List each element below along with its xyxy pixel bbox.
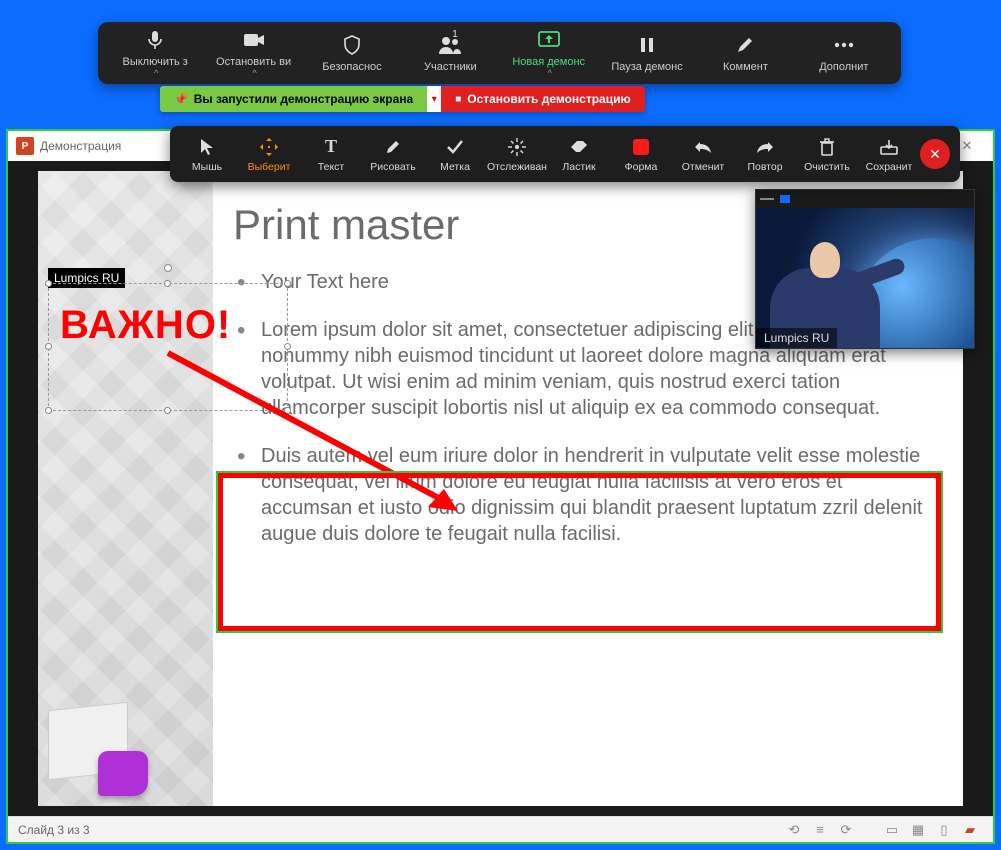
resize-handle[interactable] — [284, 343, 291, 350]
annotation-highlight-box[interactable] — [218, 473, 941, 631]
new-share-button[interactable]: Новая демонс^ — [500, 24, 598, 82]
self-view-video — [756, 208, 974, 348]
checkmark-icon — [447, 136, 463, 158]
anno-text-button[interactable]: T Текст — [300, 134, 362, 175]
anno-undo-button[interactable]: Отменит — [672, 134, 734, 175]
text-icon: T — [325, 136, 337, 158]
save-icon — [880, 136, 898, 158]
anno-spotlight-button[interactable]: Отслеживан — [486, 134, 548, 175]
cursor-icon — [200, 136, 214, 158]
eraser-icon — [570, 136, 588, 158]
close-icon: ✕ — [929, 146, 941, 163]
share-status-strip: Вы запустили демонстрацию экрана ▾ Остан… — [160, 86, 645, 112]
security-button[interactable]: Безопаснос — [303, 29, 401, 77]
resize-handle[interactable] — [164, 407, 171, 414]
shield-icon — [343, 33, 361, 57]
slide-decorative-sidebar — [38, 171, 213, 806]
view-slideshow-icon[interactable]: ▰ — [957, 822, 983, 838]
share-started-banner[interactable]: Вы запустили демонстрацию экрана — [160, 86, 427, 112]
participants-icon — [438, 33, 462, 57]
participants-button[interactable]: 1 Участники — [401, 29, 499, 77]
status-next-icon[interactable]: ⟳ — [833, 822, 859, 838]
ppt-window-title: Демонстрация — [40, 139, 121, 153]
resize-handle[interactable] — [45, 280, 52, 287]
anno-draw-button[interactable]: Рисовать — [362, 134, 424, 175]
anno-save-button[interactable]: Сохранит — [858, 134, 920, 175]
pencil-icon — [736, 33, 754, 57]
chevron-up-icon[interactable]: ^ — [548, 68, 552, 78]
resize-handle[interactable] — [284, 407, 291, 414]
resize-handle[interactable] — [164, 280, 171, 287]
participants-label: Участники — [424, 61, 477, 73]
mute-button[interactable]: Выключить з^ — [106, 24, 204, 82]
annotation-important-text[interactable]: ВАЖНО! — [60, 303, 231, 348]
anno-redo-button[interactable]: Повтор — [734, 134, 796, 175]
annotate-label: Коммент — [723, 61, 768, 73]
undo-icon — [694, 136, 712, 158]
slide-counter: Слайд 3 из 3 — [18, 823, 90, 837]
chevron-up-icon[interactable]: ^ — [154, 68, 158, 78]
anno-format-button[interactable]: Форма — [610, 134, 672, 175]
security-label: Безопаснос — [322, 61, 381, 73]
puzzle-decoration — [48, 676, 168, 796]
annotation-toolbar: Мышь Выберит T Текст Рисовать Метка Отсл… — [170, 126, 960, 182]
zoom-meeting-toolbar: Выключить з^ Остановить ви^ Безопаснос 1… — [98, 22, 901, 84]
mute-label: Выключить з — [123, 56, 188, 68]
pause-share-button[interactable]: Пауза демонс — [598, 29, 696, 77]
share-screen-icon — [538, 28, 560, 52]
rotate-handle[interactable] — [164, 264, 172, 272]
chevron-up-icon[interactable]: ^ — [252, 68, 256, 78]
participants-count: 1 — [452, 29, 458, 40]
self-view-titlebar[interactable] — [756, 190, 974, 208]
resize-handle[interactable] — [45, 407, 52, 414]
camera-icon — [243, 28, 265, 52]
anno-clear-button[interactable]: Очистить — [796, 134, 858, 175]
more-label: Дополнит — [819, 61, 868, 73]
anno-select-button[interactable]: Выберит — [238, 134, 300, 175]
microphone-icon — [146, 28, 164, 52]
strip-divider-icon: ▾ — [427, 86, 441, 112]
status-prev-icon[interactable]: ⟲ — [781, 822, 807, 838]
resize-handle[interactable] — [45, 343, 52, 350]
anno-eraser-button[interactable]: Ластик — [548, 134, 610, 175]
move-icon — [260, 136, 278, 158]
pencil-icon — [385, 136, 401, 158]
view-reading-icon[interactable]: ▯ — [931, 822, 957, 838]
stop-video-label: Остановить ви — [216, 56, 291, 68]
annotate-button[interactable]: Коммент — [696, 29, 794, 77]
color-square-icon — [633, 136, 649, 158]
resize-handle[interactable] — [284, 280, 291, 287]
window-indicator-icon — [780, 195, 790, 203]
minimize-icon[interactable] — [760, 198, 774, 200]
trash-icon — [819, 136, 835, 158]
more-icon — [833, 33, 855, 57]
view-normal-icon[interactable]: ▭ — [879, 822, 905, 838]
view-sorter-icon[interactable]: ▦ — [905, 822, 931, 838]
pause-icon — [639, 33, 655, 57]
self-view-panel[interactable]: Lumpics RU — [755, 189, 975, 349]
anno-mouse-button[interactable]: Мышь — [176, 134, 238, 175]
redo-icon — [756, 136, 774, 158]
self-view-name-label: Lumpics RU — [756, 328, 837, 348]
anno-close-button[interactable]: ✕ — [920, 139, 950, 169]
stop-video-button[interactable]: Остановить ви^ — [204, 24, 302, 82]
status-menu-icon[interactable]: ≡ — [807, 822, 833, 837]
pause-share-label: Пауза демонс — [611, 61, 682, 73]
ppt-statusbar: Слайд 3 из 3 ⟲ ≡ ⟳ ▭ ▦ ▯ ▰ — [8, 816, 993, 842]
stop-share-button[interactable]: Остановить демонстрацию — [441, 86, 645, 112]
powerpoint-app-icon: P — [16, 137, 34, 155]
new-share-label: Новая демонс — [512, 56, 585, 68]
anno-stamp-button[interactable]: Метка — [424, 134, 486, 175]
spotlight-icon — [508, 136, 526, 158]
more-button[interactable]: Дополнит — [795, 29, 893, 77]
